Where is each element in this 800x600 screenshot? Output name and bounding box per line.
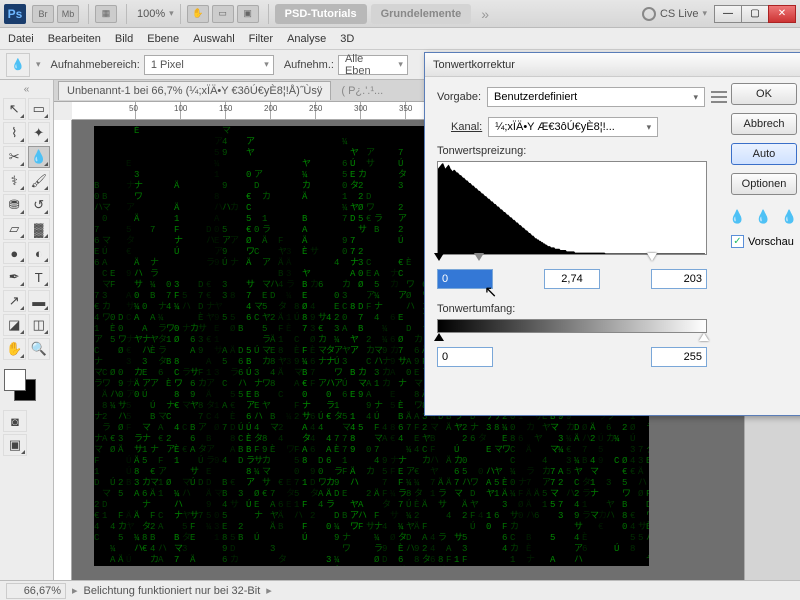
input-levels-label: Tonwertspreizung: [437, 145, 727, 157]
3d-tool[interactable]: ◪ [3, 314, 26, 336]
histogram[interactable] [437, 161, 707, 255]
black-point-slider[interactable] [434, 253, 444, 261]
app-logo: Ps [4, 4, 26, 24]
arrange-button[interactable]: ▭ [212, 5, 234, 23]
white-point-input[interactable] [651, 269, 707, 289]
channel-combo[interactable]: ¼;xÏÄ•Y Æ€3ôÚ€yÈ8¦!... [488, 117, 658, 137]
hand-tool-button[interactable]: ✋ [187, 5, 209, 23]
toolbox-chevron-icon[interactable]: « [2, 84, 51, 95]
output-levels-label: Tonwertumfang: [437, 303, 727, 315]
lasso-tool[interactable]: ⌇ [3, 122, 26, 144]
hand-tool[interactable]: ✋ [3, 338, 26, 360]
output-black-input[interactable] [437, 347, 493, 367]
shape-tool[interactable]: ▬ [28, 290, 51, 312]
minibridge-button[interactable]: Mb [57, 5, 79, 23]
black-eyedropper-icon[interactable]: 💧 [729, 209, 745, 225]
gradient-tool[interactable]: ▓ [28, 218, 51, 240]
menu-datei[interactable]: Datei [8, 33, 34, 45]
document-tab-2[interactable]: ( P¿.'.¹... [333, 82, 391, 100]
dialog-title[interactable]: Tonwertkorrektur [425, 53, 800, 77]
minimize-button[interactable]: — [714, 5, 742, 23]
move-tool[interactable]: ↖ [3, 98, 26, 120]
status-zoom[interactable]: 66,67% [6, 583, 66, 599]
workspace-more-icon[interactable]: » [481, 6, 489, 22]
marquee-tool[interactable]: ▭ [28, 98, 51, 120]
sample-size-combo[interactable]: 1 Pixel [144, 55, 274, 75]
menu-ebene[interactable]: Ebene [147, 33, 179, 45]
document-tab-1[interactable]: Unbenannt-1 bei 66,7% (¼;xÏÄ•Y €3ôÚ€yÈ8¦… [58, 81, 331, 100]
cs-live-button[interactable]: CS Live ▾ [642, 7, 707, 21]
white-point-slider[interactable] [647, 253, 657, 261]
eyedropper-tool[interactable]: 💧 [28, 146, 51, 168]
gamma-slider[interactable] [474, 253, 484, 261]
ruler-vertical[interactable] [54, 120, 72, 580]
auto-button[interactable]: Auto [731, 143, 797, 165]
gray-eyedropper-icon[interactable]: 💧 [755, 209, 771, 225]
output-black-slider[interactable] [434, 333, 444, 341]
levels-dialog: Tonwertkorrektur Vorgabe: Benutzerdefini… [424, 52, 800, 416]
screenmode-cycle-button[interactable]: ▣ [3, 434, 27, 456]
app-titlebar: Ps Br Mb ▦ 100% ▾ ✋ ▭ ▣ PSD-Tutorials Gr… [0, 0, 800, 28]
foreground-swatch[interactable] [4, 369, 26, 391]
pen-tool[interactable]: ✒ [3, 266, 26, 288]
view-extras-button[interactable]: ▦ [95, 5, 117, 23]
sample-layers-combo[interactable]: Alle Eben [338, 55, 408, 75]
status-bar: 66,67% ▸ Belichtung funktioniert nur bei… [0, 580, 800, 600]
menu-auswahl[interactable]: Auswahl [193, 33, 235, 45]
path-select-tool[interactable]: ↗ [3, 290, 26, 312]
quickmask-button[interactable]: ◙ [3, 410, 27, 432]
menu-analyse[interactable]: Analyse [287, 33, 326, 45]
maximize-button[interactable]: ▢ [741, 5, 769, 23]
status-message: Belichtung funktioniert nur bei 32-Bit [84, 585, 261, 597]
output-white-input[interactable] [651, 347, 707, 367]
preset-label: Vorgabe: [437, 91, 481, 103]
zoom-tool[interactable]: 🔍 [28, 338, 51, 360]
zoom-label: 100% [137, 8, 165, 20]
3d-camera-tool[interactable]: ◫ [28, 314, 51, 336]
options-button[interactable]: Optionen [731, 173, 797, 195]
preview-label: Vorschau [748, 236, 794, 248]
eraser-tool[interactable]: ▱ [3, 218, 26, 240]
output-slider-track[interactable] [437, 333, 707, 343]
brush-tool[interactable]: 🖌 [28, 170, 51, 192]
cs-live-icon [642, 7, 656, 21]
bridge-button[interactable]: Br [32, 5, 54, 23]
current-tool-icon[interactable]: 💧 [6, 53, 30, 77]
sample-size-label: Aufnahmebereich: [51, 59, 140, 71]
dodge-tool[interactable]: ◐ [28, 242, 51, 264]
preset-combo[interactable]: Benutzerdefiniert [487, 87, 705, 107]
black-point-input[interactable] [437, 269, 493, 289]
stamp-tool[interactable]: ⛃ [3, 194, 26, 216]
cancel-button[interactable]: Abbrech [731, 113, 797, 135]
menubar: Datei Bearbeiten Bild Ebene Auswahl Filt… [0, 28, 800, 50]
history-brush-tool[interactable]: ↺ [28, 194, 51, 216]
workspace-tab-grundelemente[interactable]: Grundelemente [371, 4, 472, 24]
white-eyedropper-icon[interactable]: 💧 [781, 209, 797, 225]
preview-checkbox[interactable]: ✓ [731, 235, 744, 248]
color-swatches[interactable] [2, 369, 42, 405]
toolbox: « ↖▭ ⌇✦ ✂💧 ⚕🖌 ⛃↺ ▱▓ ●◐ ✒T ↗▬ ◪◫ ✋🔍 ◙ ▣ [0, 80, 54, 580]
menu-filter[interactable]: Filter [249, 33, 273, 45]
menu-bearbeiten[interactable]: Bearbeiten [48, 33, 101, 45]
type-tool[interactable]: T [28, 266, 51, 288]
gamma-input[interactable] [544, 269, 600, 289]
workspace-tab-tutorials[interactable]: PSD-Tutorials [275, 4, 367, 24]
output-gradient[interactable] [437, 319, 707, 333]
channel-label: Kanal: [451, 121, 482, 133]
heal-tool[interactable]: ⚕ [3, 170, 26, 192]
wand-tool[interactable]: ✦ [28, 122, 51, 144]
menu-3d[interactable]: 3D [340, 33, 354, 45]
ok-button[interactable]: OK [731, 83, 797, 105]
input-slider-track[interactable] [437, 255, 707, 265]
close-button[interactable]: ✕ [768, 5, 796, 23]
zoom-dropdown-icon[interactable]: ▾ [169, 8, 174, 19]
output-white-slider[interactable] [699, 333, 709, 341]
blur-tool[interactable]: ● [3, 242, 26, 264]
crop-tool[interactable]: ✂ [3, 146, 26, 168]
sample-layers-label: Aufnehm.: [284, 59, 334, 71]
menu-bild[interactable]: Bild [115, 33, 133, 45]
screen-mode-button[interactable]: ▣ [237, 5, 259, 23]
